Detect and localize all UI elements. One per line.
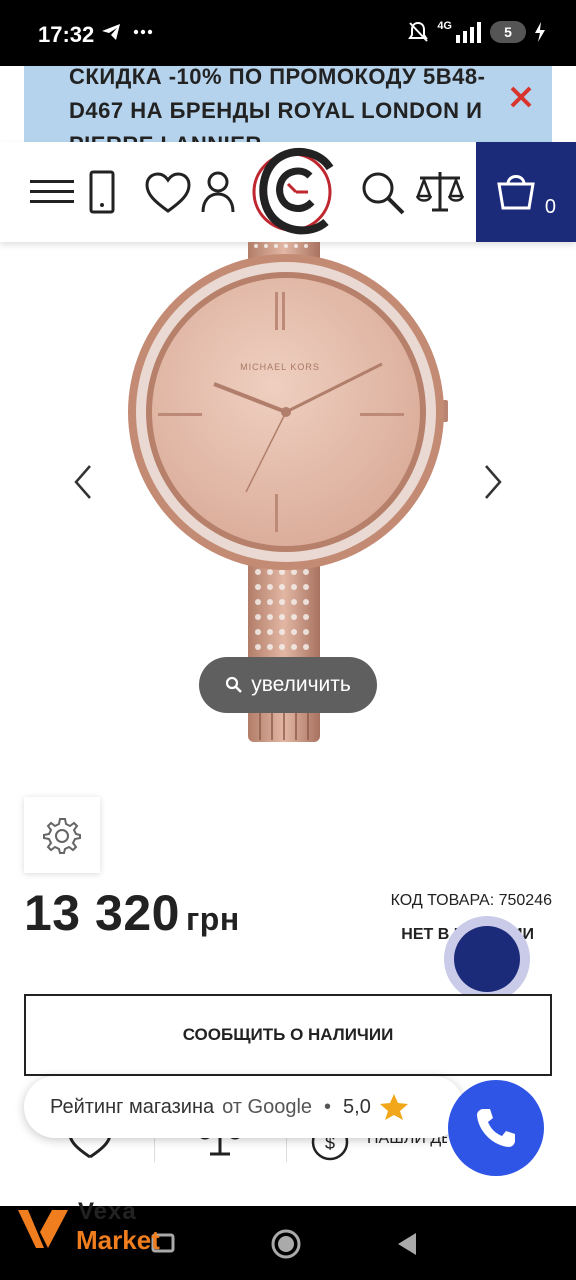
rating-score: 5,0 [343,1095,371,1118]
site-header: 0 [0,142,576,242]
floating-chat-button[interactable] [444,916,530,1002]
rating-separator: • [324,1095,332,1118]
star-icon [379,1094,408,1120]
next-image-arrow-icon[interactable] [482,464,504,500]
promo-banner: СКИДКА -10% ПО ПРОМОКОДУ 5B48-D467 НА БР… [24,66,552,142]
brand-name-bottom: Market [76,1225,160,1255]
rating-prefix: Рейтинг магазина [50,1095,215,1118]
status-right: 4G 5 [407,20,546,44]
settings-thumbnail[interactable] [24,797,100,873]
heart-icon[interactable] [144,172,192,214]
basket-icon [497,175,535,210]
user-icon[interactable] [200,170,236,214]
product-sku: КОД ТОВАРА: 750246 [390,892,552,909]
cart-button[interactable]: 0 [476,142,576,242]
brand-name-top: Vexa [78,1198,137,1225]
close-icon[interactable] [508,84,534,110]
signal-icon [456,22,481,43]
back-icon[interactable] [394,1230,420,1258]
zoom-label: увеличить [251,673,351,696]
price-value: 13 320 [24,885,180,941]
price-currency: грн [185,901,240,937]
product-price: 13 320 грн [24,884,240,942]
phone-call-icon [477,1109,515,1147]
notify-availability-button[interactable]: СООБЩИТЬ О НАЛИЧИИ [24,994,552,1076]
rating-source: от Google [222,1095,313,1118]
zoom-button[interactable]: увеличить [199,657,377,713]
menu-icon[interactable] [28,176,76,208]
phone-icon[interactable] [88,170,116,214]
promo-text: СКИДКА -10% ПО ПРОМОКОДУ 5B48-D467 НА БР… [69,66,486,142]
site-logo[interactable] [252,146,338,238]
home-icon[interactable] [270,1228,302,1260]
search-icon[interactable] [360,170,406,216]
battery-icon: 5 [490,21,526,43]
gear-icon [43,818,81,854]
dial-brand: MICHAEL KORS [240,362,320,372]
telegram-icon [100,20,164,50]
status-bar: 17:32 4G 5 [0,0,576,66]
mute-icon [408,21,429,42]
google-rating-badge[interactable]: Рейтинг магазина от Google • 5,0 [24,1076,464,1138]
network-label: 4G [437,20,452,32]
call-button[interactable] [448,1080,544,1176]
charging-icon [535,22,545,42]
cart-count: 0 [544,196,556,218]
prev-image-arrow-icon[interactable] [72,464,94,500]
brand-logo-icon [18,1210,68,1248]
brand-watermark: Vexa Market [14,1198,194,1258]
magnifier-icon [226,676,243,693]
compare-scales-icon[interactable] [414,168,466,214]
status-time: 17:32 [38,22,95,47]
